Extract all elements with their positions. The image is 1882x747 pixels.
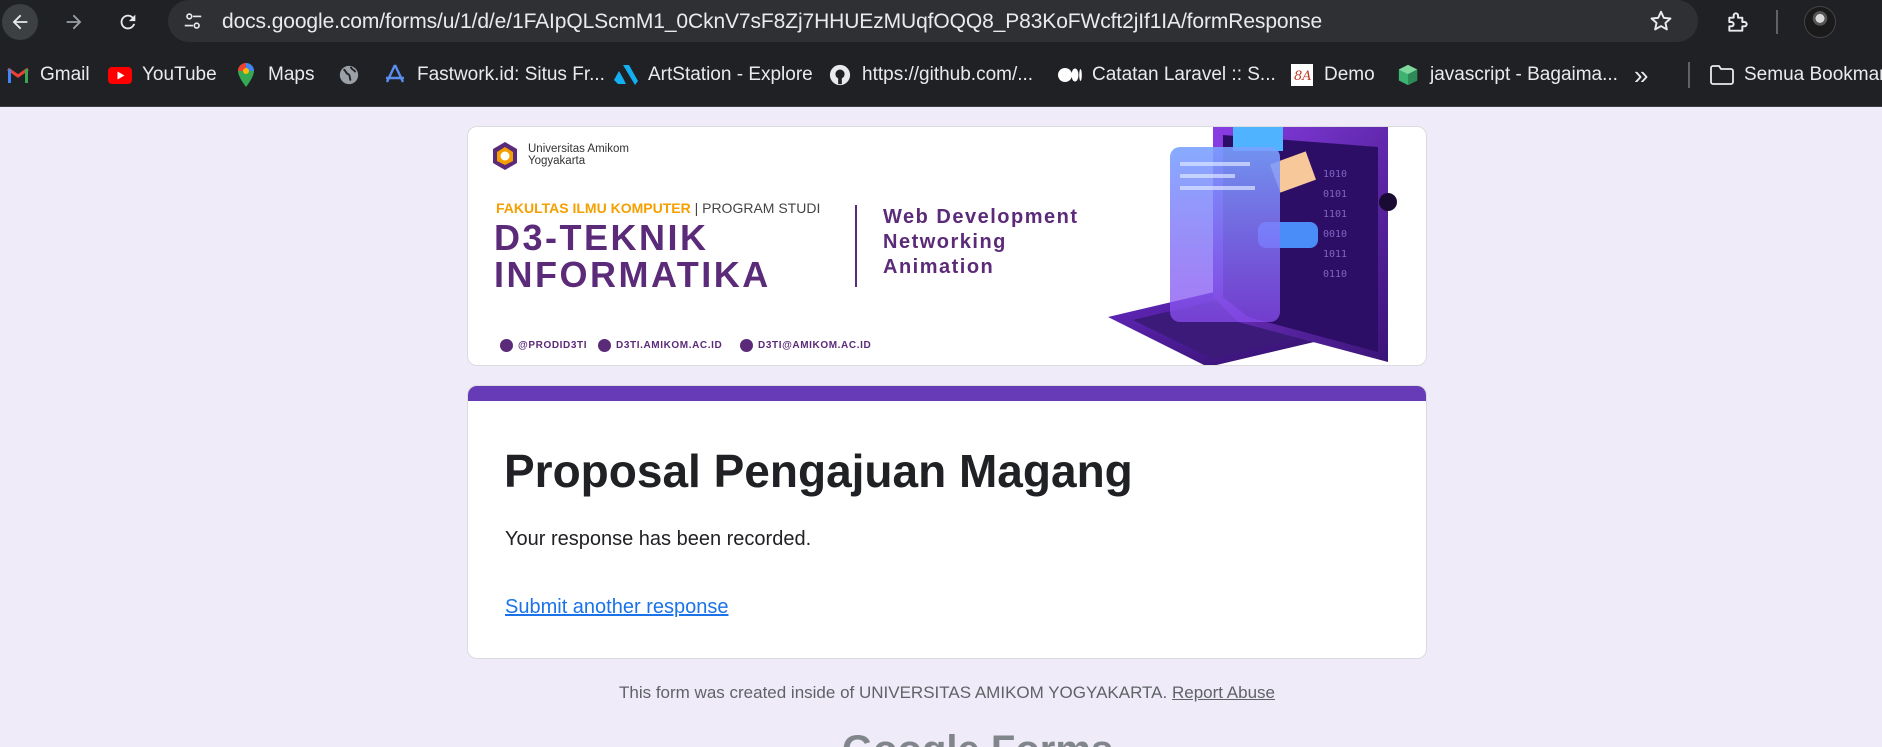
bookmark-gmail[interactable]: Gmail (6, 62, 90, 88)
faculty-name: FAKULTAS ILMU KOMPUTER (496, 200, 691, 216)
bookmark-label: ArtStation - Explore (648, 64, 813, 85)
response-card: Proposal Pengajuan Magang Your response … (467, 385, 1427, 659)
star-icon[interactable] (1648, 8, 1674, 34)
program-label: PROGRAM STUDI (702, 200, 821, 216)
demo-icon: 8A (1290, 63, 1314, 87)
more-bookmarks-button[interactable]: » (1634, 60, 1648, 91)
puzzle-icon (1728, 12, 1748, 32)
social-email: D3TI@AMIKOM.AC.ID (740, 339, 871, 352)
svg-text:1010: 1010 (1323, 169, 1347, 180)
youtube-icon (108, 63, 132, 87)
bookmark-demo[interactable]: 8A Demo (1290, 62, 1375, 88)
banner-divider (855, 205, 857, 287)
faculty-divider: | (694, 200, 699, 216)
form-footer: This form was created inside of UNIVERSI… (0, 683, 1882, 703)
university-name: Universitas Amikom Yogyakarta (528, 143, 629, 167)
bookmark-label: javascript - Bagaima... (1430, 64, 1618, 85)
toolbar-divider (1776, 10, 1778, 34)
reload-icon (120, 14, 136, 30)
submit-another-response-link[interactable]: Submit another response (505, 596, 728, 619)
bookmark-label: Semua Bookmark (1744, 64, 1882, 85)
tune-icon (184, 13, 202, 29)
reload-button[interactable] (110, 4, 146, 40)
card-accent-bar (468, 386, 1426, 401)
browser-toolbar: docs.google.com/forms/u/1/d/e/1FAIpQLScm… (0, 0, 1882, 44)
bookmark-label: YouTube (142, 64, 217, 85)
mail-icon (740, 339, 753, 352)
laptop-illustration: 1010 0101 1101 0010 1011 0110 (1108, 127, 1397, 365)
bookmark-fastwork[interactable]: Fastwork.id: Situs Fr... (383, 62, 605, 88)
bookmarks-divider (1688, 62, 1690, 88)
github-icon (828, 63, 852, 87)
svg-text:0010: 0010 (1323, 229, 1347, 240)
bookmark-label: Fastwork.id: Situs Fr... (417, 64, 605, 85)
faculty-line: FAKULTAS ILMU KOMPUTER | PROGRAM STUDI (496, 200, 820, 216)
bookmark-javascript[interactable]: javascript - Bagaima... (1396, 62, 1618, 88)
social-website: D3TI.AMIKOM.AC.ID (598, 339, 722, 352)
svg-text:1101: 1101 (1323, 209, 1347, 220)
bookmark-folder-all[interactable]: Semua Bookmark (1710, 62, 1882, 88)
profile-avatar[interactable] (1804, 6, 1836, 38)
footer-text: This form was created inside of UNIVERSI… (618, 683, 1168, 702)
bookmark-label: Catatan Laravel :: S... (1092, 64, 1276, 85)
form-header-banner: Universitas Amikom Yogyakarta FAKULTAS I… (467, 126, 1427, 366)
svg-text:0110: 0110 (1323, 269, 1347, 280)
bookmark-maps[interactable]: Maps (234, 62, 314, 88)
svg-text:0101: 0101 (1323, 189, 1347, 200)
address-bar[interactable]: docs.google.com/forms/u/1/d/e/1FAIpQLScm… (168, 0, 1698, 42)
bookmarks-bar: Gmail YouTube Maps Fastwork.id: Situs Fr… (0, 44, 1882, 107)
arrow-left-icon (12, 14, 28, 30)
extensions-button[interactable] (1722, 6, 1754, 38)
maps-icon (234, 63, 258, 87)
arrow-right-icon (66, 14, 82, 30)
globe-icon (337, 63, 361, 87)
bookmark-artstation[interactable]: ArtStation - Explore (614, 62, 813, 88)
bookmark-medium[interactable]: Catatan Laravel :: S... (1058, 62, 1276, 88)
instagram-icon (500, 339, 513, 352)
bookmark-github[interactable]: https://github.com/... (828, 62, 1033, 88)
web-icon (598, 339, 611, 352)
medium-icon (1058, 63, 1082, 87)
form-title: Proposal Pengajuan Magang (504, 445, 1133, 497)
program-name: D3-TEKNIK INFORMATIKA (494, 217, 771, 295)
forward-button[interactable] (56, 4, 92, 40)
report-abuse-link[interactable]: Report Abuse (1172, 683, 1275, 702)
bookmark-label: Maps (268, 64, 315, 85)
svg-text:8A: 8A (1294, 69, 1312, 84)
fastwork-icon (383, 63, 407, 87)
svg-text:1011: 1011 (1323, 249, 1347, 260)
bookmark-globe[interactable] (337, 62, 361, 88)
url-text[interactable]: docs.google.com/forms/u/1/d/e/1FAIpQLScm… (222, 10, 1322, 34)
confirmation-message: Your response has been recorded. (505, 528, 812, 550)
google-forms-brand: Google Forms (842, 728, 1113, 747)
bookmark-label: https://github.com/... (862, 64, 1034, 85)
bookmark-label: Demo (1324, 64, 1375, 85)
back-button[interactable] (2, 4, 38, 40)
cube-icon (1396, 63, 1420, 87)
artstation-icon (614, 63, 638, 87)
amikom-logo-icon (493, 142, 517, 170)
folder-icon (1710, 63, 1734, 87)
bookmark-youtube[interactable]: YouTube (108, 62, 217, 88)
site-info-button[interactable] (178, 6, 208, 36)
social-instagram: @PRODID3TI (500, 339, 587, 352)
bookmark-label: Gmail (40, 64, 90, 85)
gmail-icon (6, 63, 30, 87)
